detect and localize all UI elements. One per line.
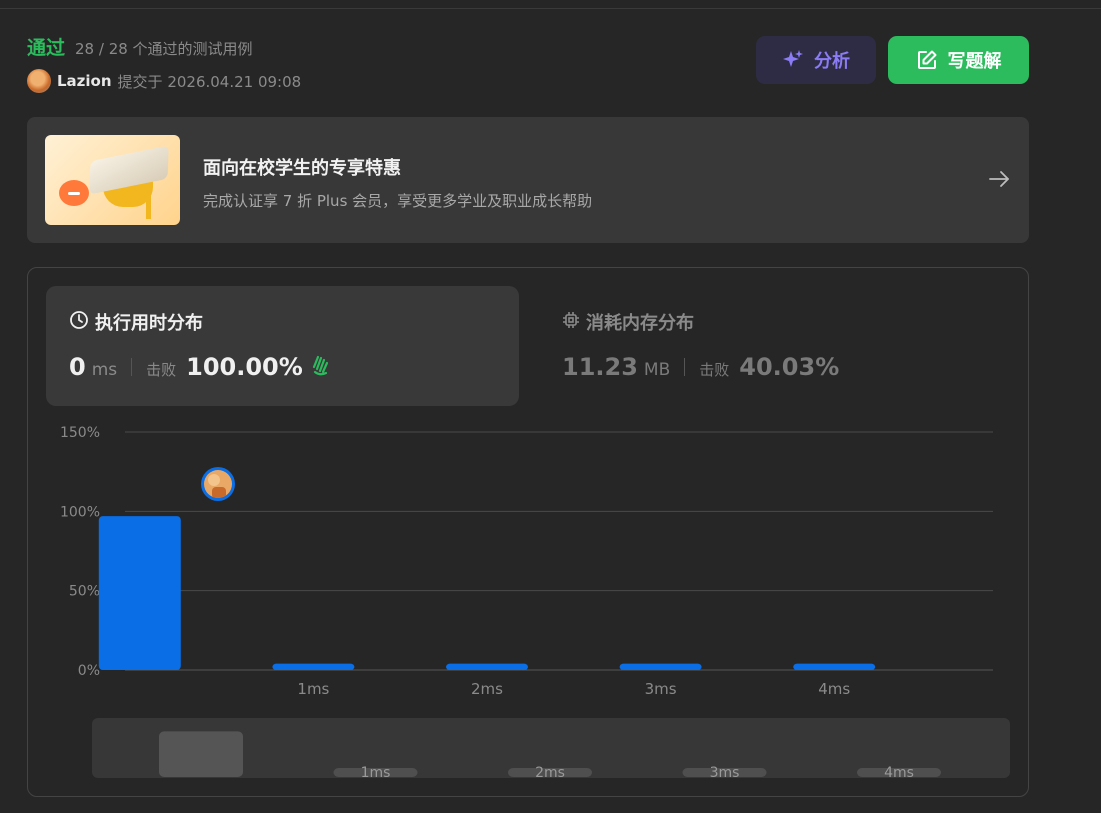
submission-status: 通过 28 / 28 个通过的测试用例 — [27, 33, 253, 60]
runtime-value: 0 — [69, 353, 86, 381]
chat-bubble-icon — [59, 180, 89, 206]
memory-title-text: 消耗内存分布 — [586, 313, 694, 334]
promo-title: 面向在校学生的专享特惠 — [203, 158, 401, 179]
clap-icon — [309, 353, 333, 381]
graduation-cap-illustration — [45, 135, 180, 225]
promo-subtitle: 完成认证享 7 折 Plus 会员，享受更多学业及职业成长帮助 — [203, 192, 593, 210]
memory-title[interactable]: 消耗内存分布 — [562, 309, 694, 335]
analyze-button[interactable]: 分析 — [756, 36, 876, 84]
arrow-right-icon[interactable] — [987, 167, 1011, 195]
runtime-title-text: 执行用时分布 — [95, 313, 203, 334]
test-cases-summary: 28 / 28 个通过的测试用例 — [75, 40, 253, 58]
user-name-link[interactable]: Lazion — [57, 72, 112, 90]
divider — [131, 358, 133, 376]
memory-value: 11.23 — [562, 353, 638, 381]
memory-beat-pct: 40.03% — [739, 353, 840, 381]
write-solution-button[interactable]: 写题解 — [888, 36, 1029, 84]
verdict-label: 通过 — [27, 37, 66, 59]
memory-stats: 11.23 MB 击败 40.03% — [562, 353, 839, 381]
memory-unit: MB — [643, 360, 671, 380]
runtime-beat-pct: 100.00% — [186, 353, 303, 381]
runtime-stats: 0 ms 击败 100.00% — [69, 353, 333, 381]
submitter-info: Lazion 提交于 2026.04.21 09:08 — [27, 69, 301, 93]
analyze-label: 分析 — [814, 51, 850, 72]
runtime-beat-label: 击败 — [146, 361, 177, 379]
submit-time: 提交于 2026.04.21 09:08 — [117, 72, 302, 91]
sparkle-icon — [782, 49, 804, 71]
runtime-title: 执行用时分布 — [69, 309, 203, 335]
runtime-tab[interactable] — [46, 286, 519, 406]
student-promo-banner[interactable]: 面向在校学生的专享特惠 完成认证享 7 折 Plus 会员，享受更多学业及职业成… — [27, 117, 1029, 243]
memory-beat-label: 击败 — [699, 361, 730, 379]
clock-icon — [69, 310, 89, 335]
chip-icon — [562, 311, 580, 334]
divider — [684, 358, 686, 376]
runtime-unit: ms — [91, 360, 118, 380]
avatar[interactable] — [27, 69, 51, 93]
top-divider — [0, 8, 1101, 9]
edit-icon — [916, 49, 938, 71]
write-solution-label: 写题解 — [947, 51, 1002, 72]
